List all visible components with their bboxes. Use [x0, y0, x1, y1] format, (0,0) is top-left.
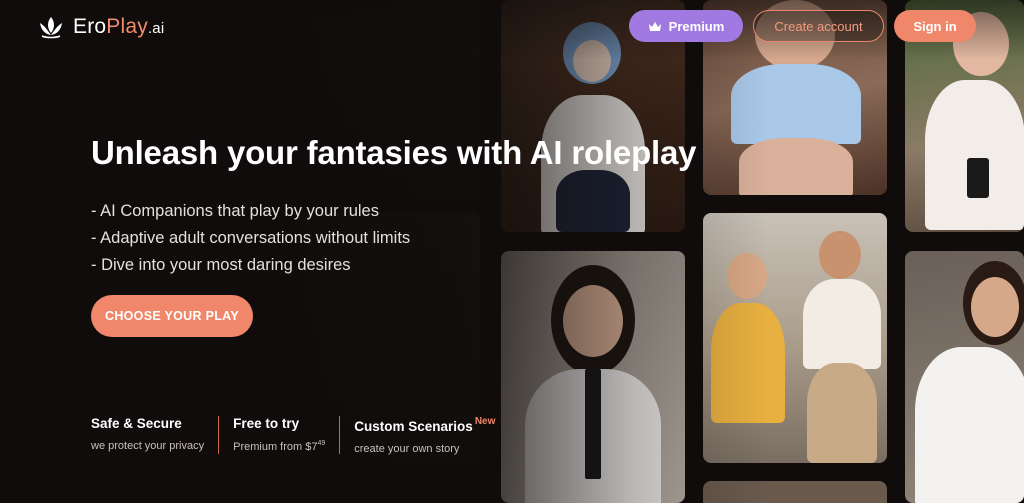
sign-in-button[interactable]: Sign in: [894, 10, 976, 42]
new-badge: New: [474, 416, 496, 427]
premium-button[interactable]: Premium: [629, 10, 743, 42]
feature-item: - Dive into your most daring desires: [91, 256, 351, 274]
brand-logo[interactable]: EroPlay.ai: [37, 14, 164, 40]
stat-title: Free to try: [233, 416, 300, 431]
stat-safe-secure: Safe & Secure we protect your privacy: [91, 416, 220, 454]
crown-icon: [648, 21, 661, 31]
brand-wordmark: EroPlay.ai: [73, 15, 165, 38]
stats-bar: Safe & Secure we protect your privacy Fr…: [91, 416, 496, 455]
create-account-button[interactable]: Create account: [753, 10, 884, 42]
feature-list: - AI Companions that play by your rules …: [91, 198, 410, 279]
premium-button-label: Premium: [668, 18, 725, 34]
lotus-logo-icon: [40, 17, 62, 39]
stat-title: Custom Scenarios New: [354, 416, 496, 434]
stat-free-to-try: Free to try Premium from $749: [233, 416, 341, 454]
feature-item: - Adaptive adult conversations without l…: [91, 229, 411, 247]
stat-subtitle: create your own story: [354, 443, 460, 455]
choose-your-play-button[interactable]: CHOOSE YOUR PLAY: [91, 295, 253, 337]
stat-subtitle: Premium from $749: [233, 440, 326, 453]
create-account-label: Create account: [774, 18, 863, 34]
stat-title: Safe & Secure: [91, 416, 182, 431]
feature-item: - AI Companions that play by your rules: [91, 202, 379, 220]
hero-headline: Unleash your fantasies with AI roleplay: [91, 134, 697, 171]
stat-subtitle: we protect your privacy: [91, 440, 205, 452]
sign-in-label: Sign in: [913, 18, 957, 34]
stat-custom-scenarios: Custom Scenarios New create your own stor…: [354, 416, 496, 455]
